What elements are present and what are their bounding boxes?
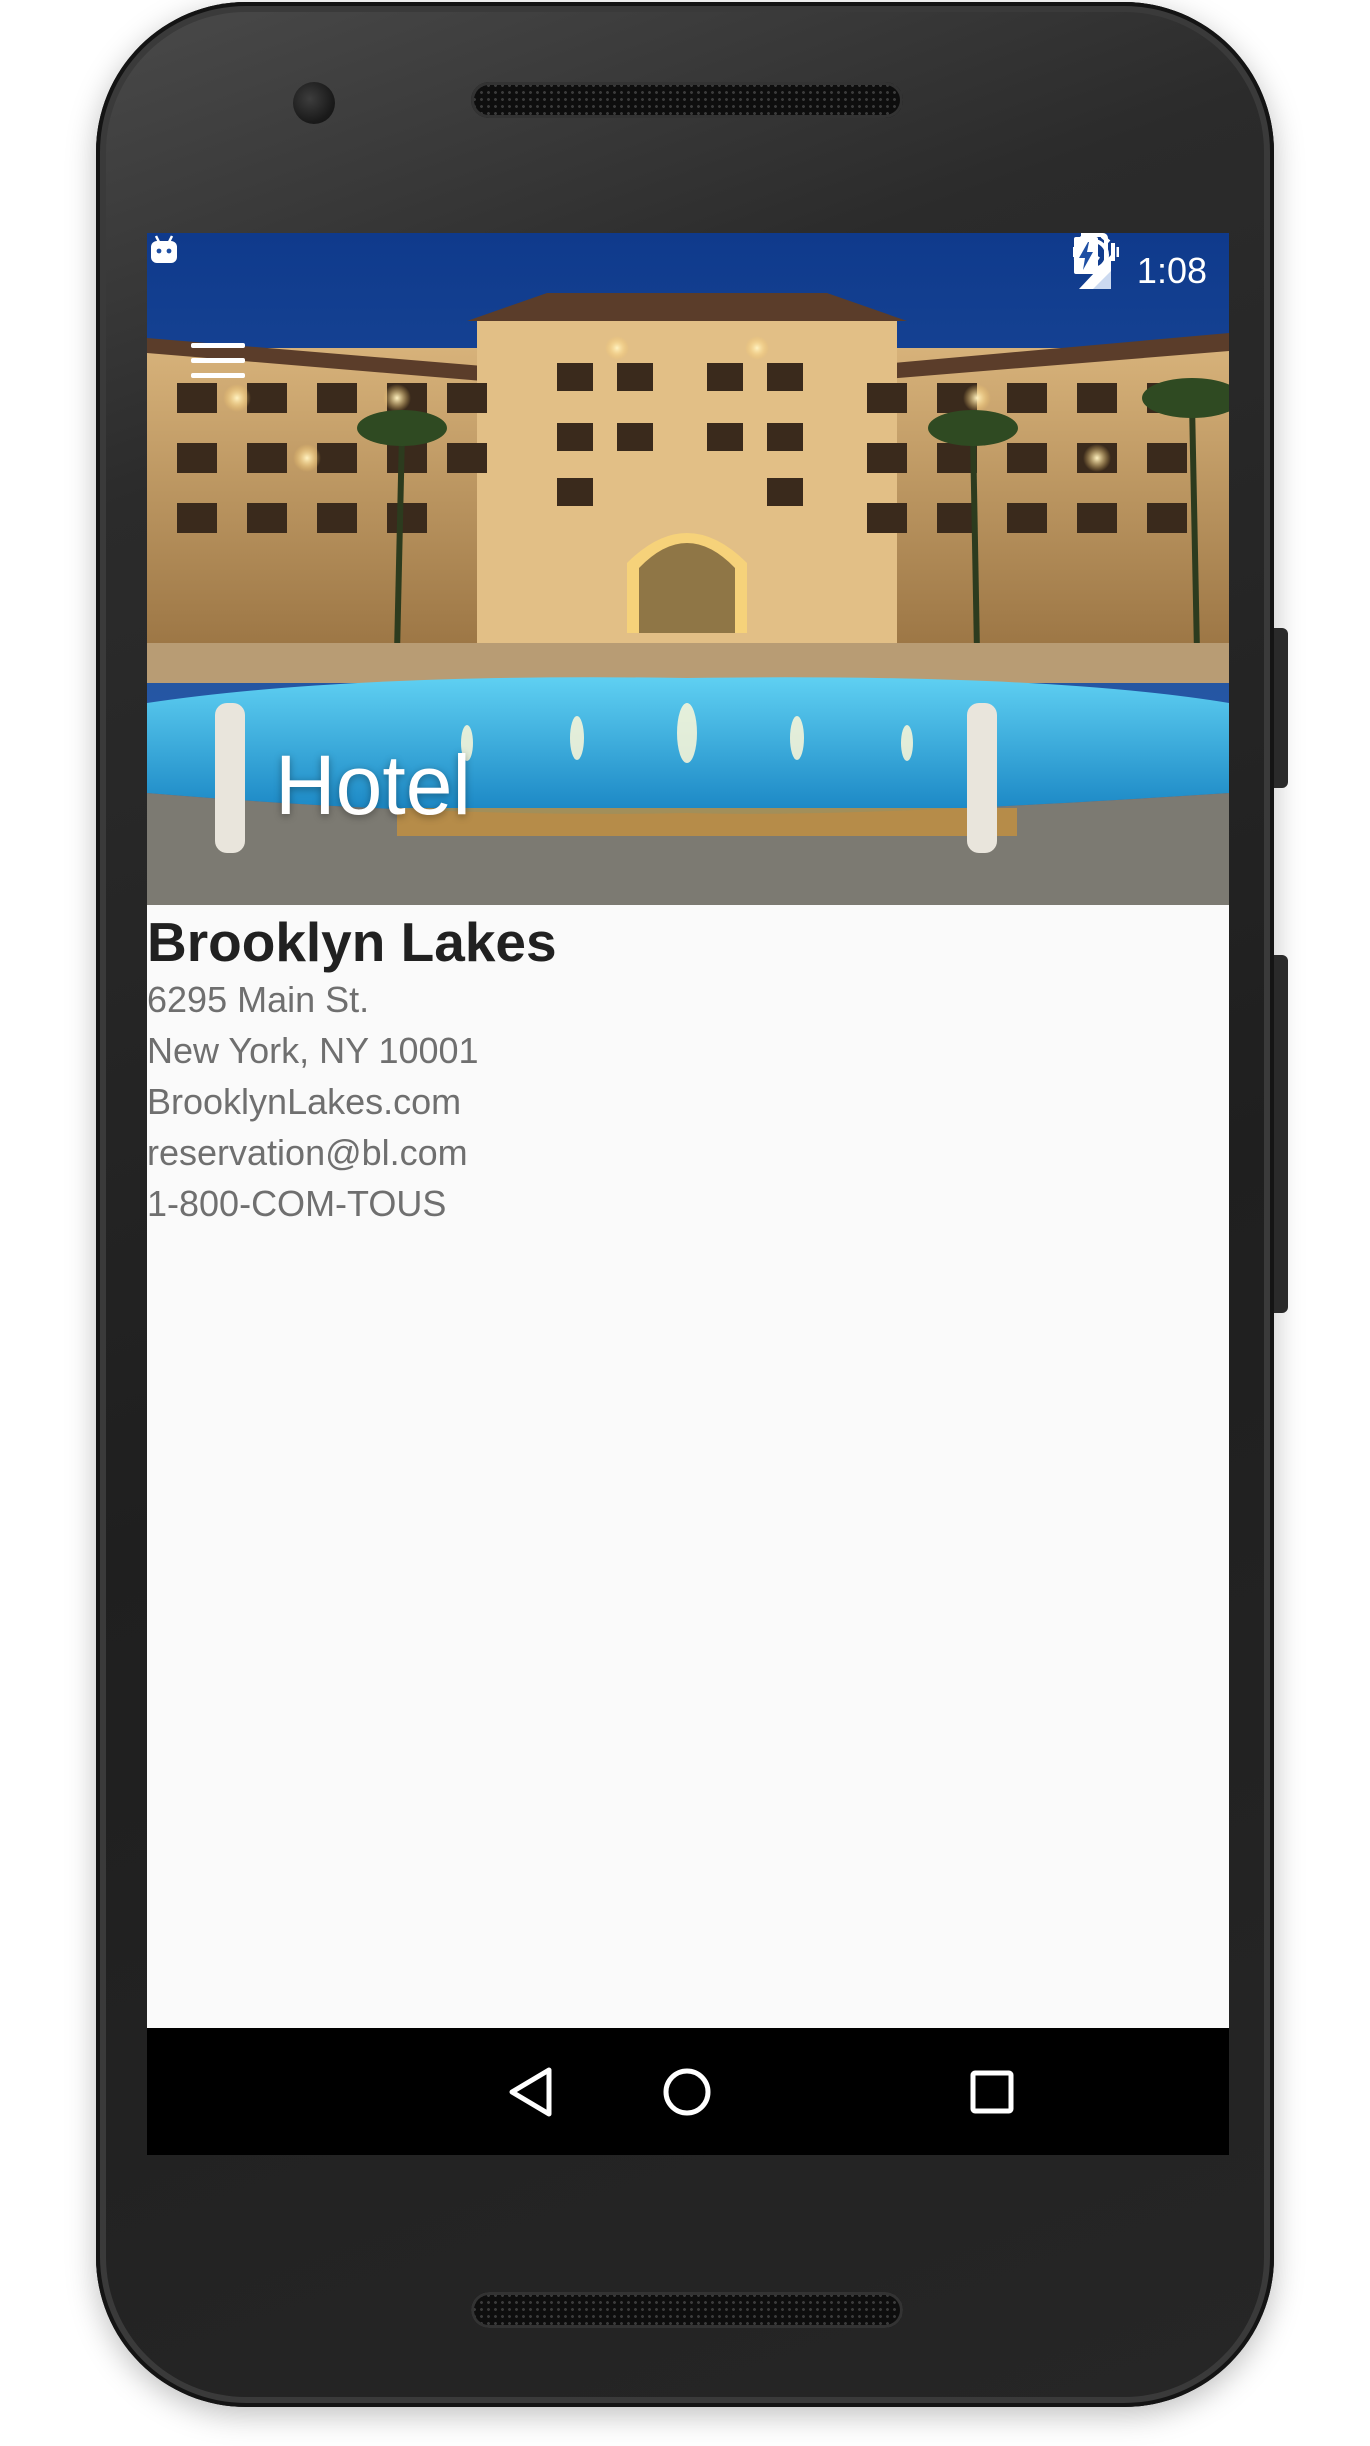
hotel-header-image: H 1:08 Hotel bbox=[147, 233, 1229, 905]
website-link[interactable]: BrooklynLakes.com bbox=[147, 1084, 557, 1135]
recents-button[interactable] bbox=[932, 2028, 1052, 2155]
phone-link[interactable]: 1-800-COM-TOUS bbox=[147, 1186, 557, 1237]
home-button[interactable] bbox=[627, 2028, 747, 2155]
address-line-1: 6295 Main St. bbox=[147, 979, 370, 1020]
hotel-details: Brooklyn Lakes 6295 Main St. New York, N… bbox=[147, 915, 557, 1237]
hotel-name: Brooklyn Lakes bbox=[147, 911, 557, 973]
volume-button bbox=[1274, 955, 1288, 1313]
address-line-2: New York, NY 10001 bbox=[147, 1030, 479, 1071]
back-icon bbox=[509, 2067, 552, 2116]
screen: H 1:08 Hotel Brooklyn Lakes 6295 M bbox=[147, 233, 1229, 2155]
power-button bbox=[1274, 628, 1288, 788]
navigation-bar bbox=[147, 2028, 1229, 2155]
front-camera bbox=[293, 82, 335, 124]
email-link[interactable]: reservation@bl.com bbox=[147, 1135, 557, 1186]
recents-icon bbox=[970, 2070, 1014, 2113]
status-bar: H 1:08 bbox=[147, 233, 1229, 308]
hamburger-menu-icon[interactable] bbox=[191, 343, 245, 387]
bottom-speaker bbox=[471, 2292, 903, 2328]
back-button[interactable] bbox=[471, 2028, 591, 2155]
earpiece-speaker bbox=[471, 82, 903, 118]
toolbar-title: Hotel bbox=[275, 738, 472, 832]
battery-charging-icon bbox=[1073, 233, 1098, 274]
android-debug-icon bbox=[151, 235, 177, 263]
home-icon bbox=[663, 2068, 711, 2115]
status-time: 1:08 bbox=[1136, 249, 1207, 291]
